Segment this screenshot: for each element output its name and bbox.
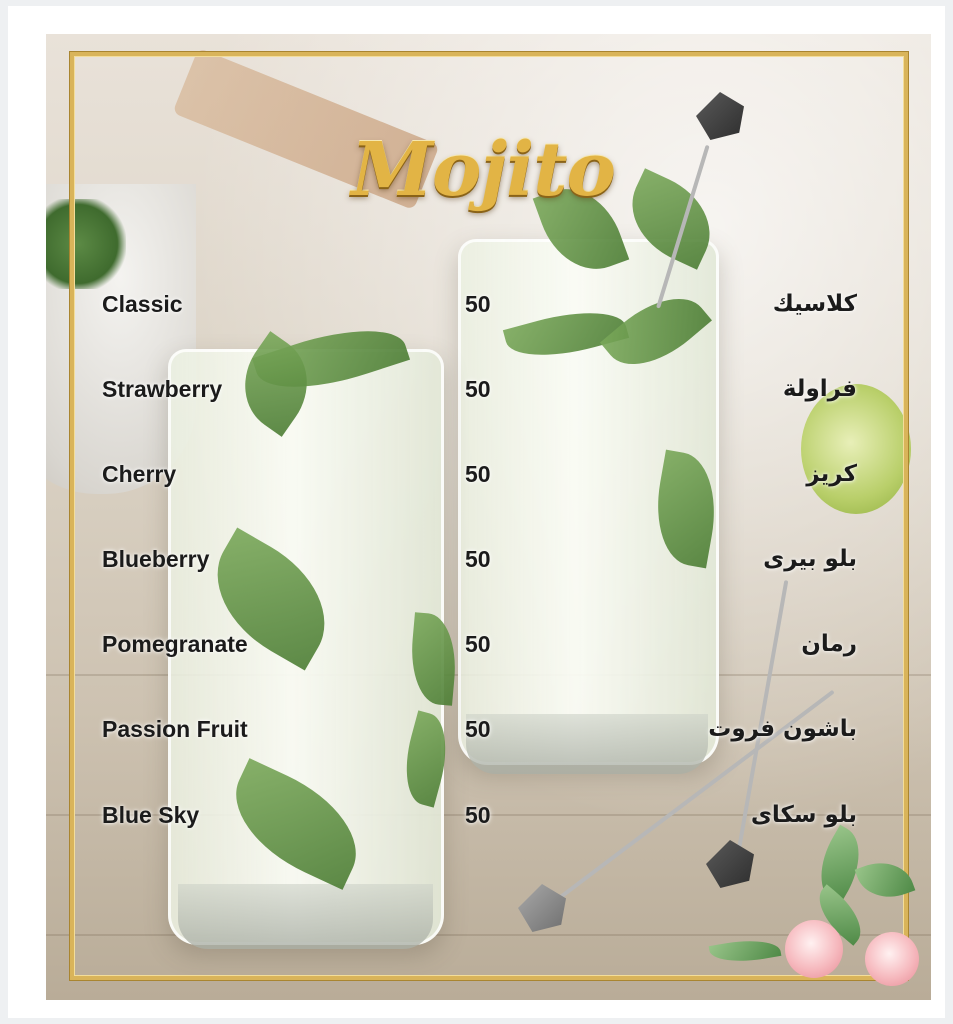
item-name-en: Cherry: [102, 461, 177, 487]
item-name-ar: رمان: [801, 631, 857, 657]
item-name-ar: كلاسيك: [772, 291, 857, 317]
item-name-en: Classic: [102, 291, 183, 317]
item-name-en: Pomegranate: [102, 631, 248, 657]
menu-item-blueberry: Blueberry 50 بلو بيرى: [0, 539, 953, 579]
item-price: 50: [465, 461, 491, 487]
item-name-ar: بلو بيرى: [763, 546, 857, 572]
menu-item-classic: Classic 50 كلاسيك: [0, 284, 953, 324]
item-name-en: Blue Sky: [102, 802, 200, 828]
menu-title: Mojito: [351, 127, 616, 213]
item-price: 50: [465, 631, 491, 657]
menu-item-pomegranate: Pomegranate 50 رمان: [0, 624, 953, 664]
item-price: 50: [465, 546, 491, 572]
item-price: 50: [465, 716, 491, 742]
flower-decoration-icon: [690, 820, 930, 1000]
menu-item-cherry: Cherry 50 كريز: [0, 454, 953, 494]
item-name-en: Passion Fruit: [102, 716, 248, 742]
item-name-ar: فراولة: [782, 376, 857, 402]
menu-item-passion-fruit: Passion Fruit 50 باشون فروت: [0, 709, 953, 749]
item-price: 50: [465, 291, 491, 317]
menu-item-strawberry: Strawberry 50 فراولة: [0, 369, 953, 409]
item-price: 50: [465, 376, 491, 402]
item-name-en: Blueberry: [102, 546, 210, 572]
item-name-ar: كريز: [806, 461, 857, 487]
item-name-ar: باشون فروت: [708, 716, 857, 742]
item-name-en: Strawberry: [102, 376, 223, 402]
item-price: 50: [465, 802, 491, 828]
